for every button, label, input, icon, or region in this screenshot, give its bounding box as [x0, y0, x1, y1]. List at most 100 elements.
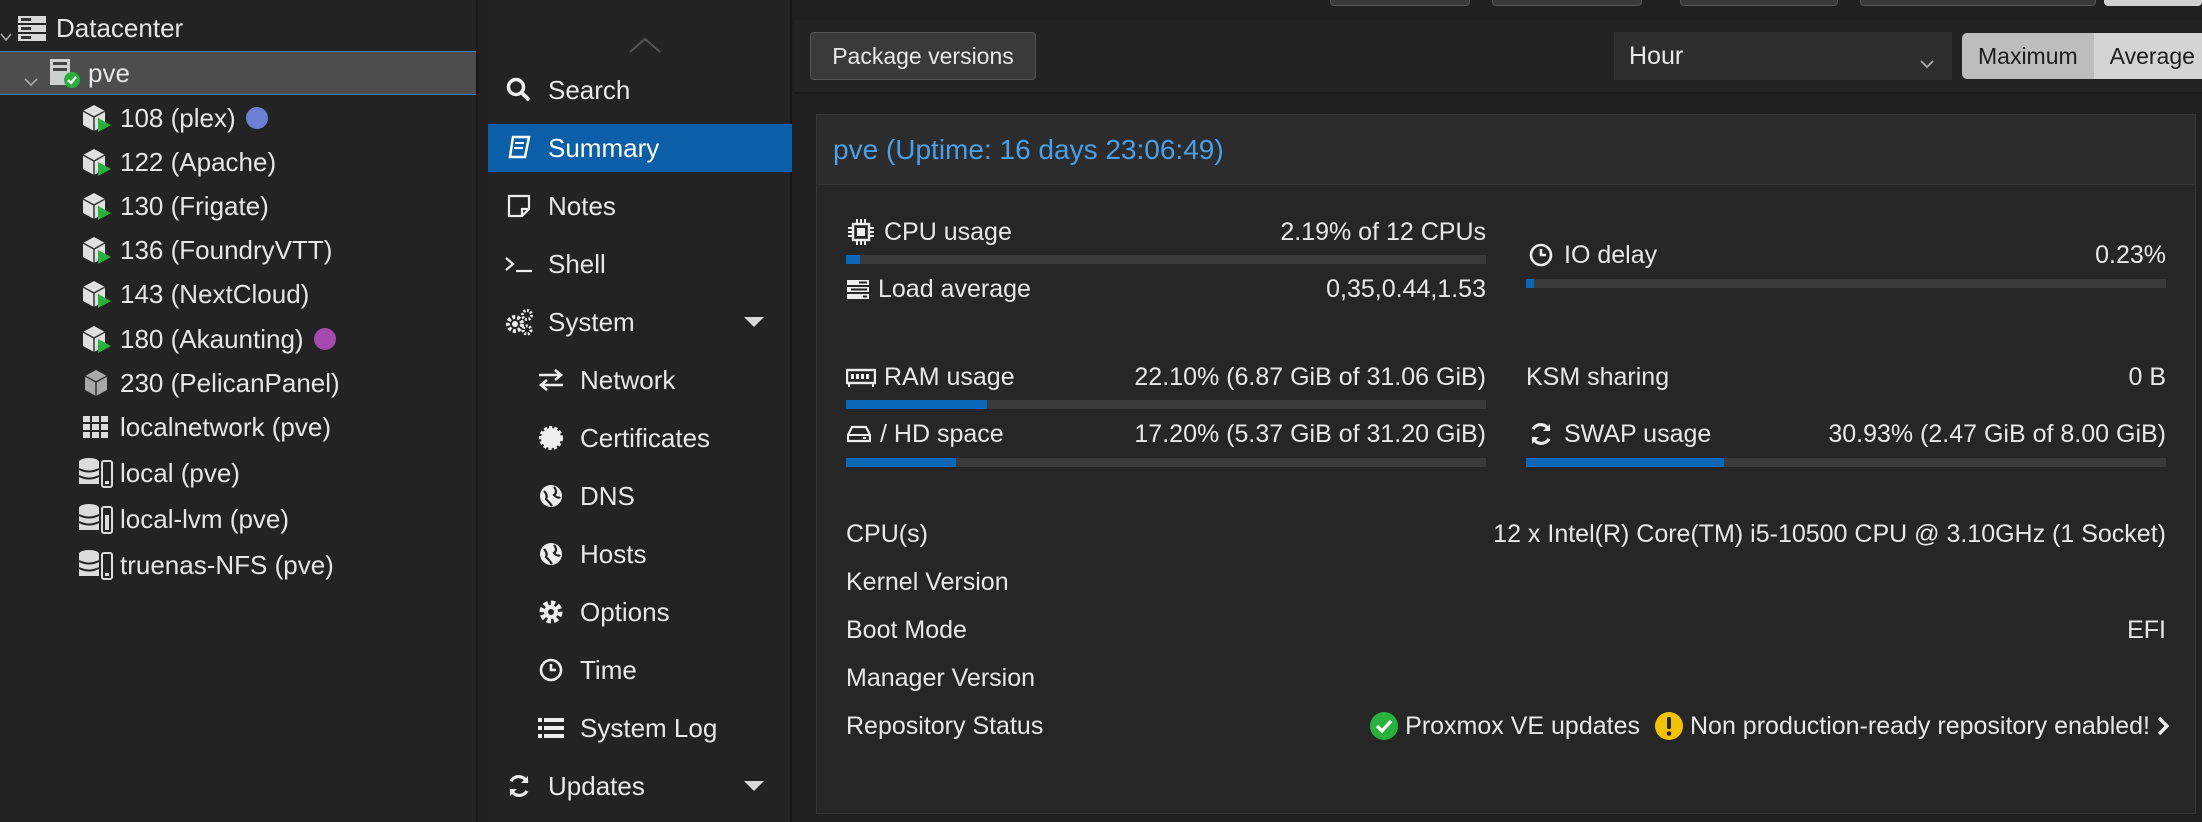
container-running-icon: [78, 146, 114, 178]
metric-label: IO delay: [1564, 240, 1658, 269]
ram-usage-row: RAM usage 22.10% (6.87 GiB of 31.06 GiB): [846, 360, 1486, 394]
chevron-down-icon[interactable]: [24, 64, 46, 87]
tag-dot: [313, 328, 336, 350]
nav-summary[interactable]: Summary: [488, 124, 792, 172]
check-circle-icon: [1369, 711, 1399, 741]
nav-label: Hosts: [580, 538, 647, 569]
cpu-chip-icon: [846, 217, 876, 247]
database-icon: [78, 549, 114, 581]
io-delay-fill: [1526, 279, 1534, 288]
tree-item-storage-truenas[interactable]: truenas-NFS (pve): [0, 543, 476, 587]
consolidation-toggle: Maximum Average: [1962, 33, 2202, 79]
refresh-icon: [504, 771, 534, 801]
nav-shell[interactable]: Shell: [488, 240, 792, 288]
nav-search[interactable]: Search: [488, 66, 792, 114]
toolbar-button[interactable]: [1330, 0, 1470, 6]
tree-item-ct-122[interactable]: 122 (Apache): [0, 140, 476, 184]
timeframe-value: Hour: [1629, 41, 1684, 70]
clock-icon: [536, 655, 566, 685]
nav-updates[interactable]: Updates: [488, 762, 792, 810]
list-icon: [536, 713, 566, 743]
container-stopped-icon: [78, 367, 114, 399]
caret-down-icon[interactable]: [744, 317, 764, 327]
summary-toolbar: Package versions Hour Maximum Average: [794, 20, 2202, 94]
exchange-icon: [536, 365, 566, 395]
tree-label: 136 (FoundryVTT): [120, 234, 333, 265]
metric-value: 30.93% (2.47 GiB of 8.00 GiB): [1828, 419, 2166, 448]
node-nav-menu: Search Summary Notes Shell System Networ…: [488, 0, 792, 822]
certificate-icon: [536, 423, 566, 453]
average-button[interactable]: Average: [2093, 33, 2202, 79]
hd-space-row: / HD space 17.20% (5.37 GiB of 31.20 GiB…: [846, 417, 1486, 451]
repository-status-value: Proxmox VE updates Non production-ready …: [1369, 706, 2170, 746]
tree-item-ct-230[interactable]: 230 (PelicanPanel): [0, 361, 476, 405]
tree-label: localnetwork (pve): [120, 411, 331, 442]
manager-version-row: Manager Version: [846, 658, 2166, 698]
toolbar-button[interactable]: [2104, 0, 2202, 6]
io-delay-bar: [1526, 279, 2166, 288]
metric-value: 2.19% of 12 CPUs: [1280, 217, 1486, 246]
tree-item-ct-180[interactable]: 180 (Akaunting): [0, 317, 476, 361]
tag-dot: [245, 107, 268, 129]
grid-icon: [78, 411, 114, 443]
toolbar-button[interactable]: [1860, 0, 2096, 6]
tree-item-node-pve[interactable]: pve: [0, 51, 476, 95]
repository-status-row[interactable]: Repository Status Proxmox VE updates Non…: [846, 706, 2170, 746]
info-value: EFI: [2127, 615, 2166, 644]
tree-item-ct-108[interactable]: 108 (plex): [0, 96, 476, 140]
metric-label: RAM usage: [884, 362, 1015, 391]
panel-title: pve (Uptime: 16 days 23:06:49): [817, 115, 2195, 185]
warning-circle-icon: [1654, 711, 1684, 741]
swap-usage-bar: [1526, 458, 2166, 467]
gears-icon: [504, 307, 534, 337]
top-toolbar-strip: [794, 0, 2202, 20]
cpu-usage-row: CPU usage 2.19% of 12 CPUs: [846, 215, 1486, 249]
chevron-down-icon[interactable]: [0, 19, 14, 42]
globe-icon: [536, 481, 566, 511]
nav-system[interactable]: System: [488, 298, 792, 346]
info-label: Repository Status: [846, 711, 1044, 740]
nav-options[interactable]: Options: [488, 588, 792, 636]
nav-network[interactable]: Network: [488, 356, 792, 404]
toolbar-button[interactable]: [1492, 0, 1642, 6]
server-rack-icon: [14, 12, 50, 44]
tree-item-storage-local-lvm[interactable]: local-lvm (pve): [0, 497, 476, 541]
tree-item-ct-136[interactable]: 136 (FoundryVTT): [0, 228, 476, 272]
note-icon: [504, 191, 534, 221]
swap-usage-row: SWAP usage 30.93% (2.47 GiB of 8.00 GiB): [1526, 417, 2166, 451]
nav-system-log[interactable]: System Log: [488, 704, 792, 752]
metric-label: KSM sharing: [1526, 362, 1670, 391]
boot-mode-row: Boot Mode EFI: [846, 610, 2166, 650]
nav-hosts[interactable]: Hosts: [488, 530, 792, 578]
nav-dns[interactable]: DNS: [488, 472, 792, 520]
package-versions-button[interactable]: Package versions: [810, 32, 1036, 80]
timeframe-select[interactable]: Hour: [1614, 32, 1952, 80]
maximum-button[interactable]: Maximum: [1962, 33, 2094, 79]
ram-usage-bar: [846, 400, 1486, 409]
resource-tree: Datacenter pve 108 (plex) 122 (Apache) 1…: [0, 0, 478, 822]
tree-item-ct-130[interactable]: 130 (Frigate): [0, 184, 476, 228]
nav-notes[interactable]: Notes: [488, 182, 792, 230]
chevron-up-icon[interactable]: [628, 36, 662, 59]
hd-space-bar: [846, 458, 1486, 467]
chevron-down-icon: [1919, 48, 1935, 77]
tree-item-datacenter[interactable]: Datacenter: [0, 6, 476, 50]
book-icon: [504, 133, 534, 163]
nav-certificates[interactable]: Certificates: [488, 414, 792, 462]
tree-item-sdn[interactable]: localnetwork (pve): [0, 405, 476, 449]
caret-down-icon[interactable]: [744, 781, 764, 791]
toolbar-button[interactable]: [1680, 0, 1838, 6]
nav-label: Shell: [548, 248, 606, 279]
nav-time[interactable]: Time: [488, 646, 792, 694]
chevron-right-icon[interactable]: [2156, 715, 2170, 737]
tree-item-ct-143[interactable]: 143 (NextCloud): [0, 272, 476, 316]
nav-label: Notes: [548, 190, 616, 221]
metric-label: SWAP usage: [1564, 419, 1712, 448]
globe-icon: [536, 539, 566, 569]
refresh-icon: [1526, 419, 1556, 449]
tree-item-storage-local[interactable]: local (pve): [0, 451, 476, 495]
tree-label: local (pve): [120, 457, 240, 488]
container-running-icon: [78, 234, 114, 266]
database-icon: [78, 457, 114, 489]
clock-icon: [1526, 240, 1556, 270]
